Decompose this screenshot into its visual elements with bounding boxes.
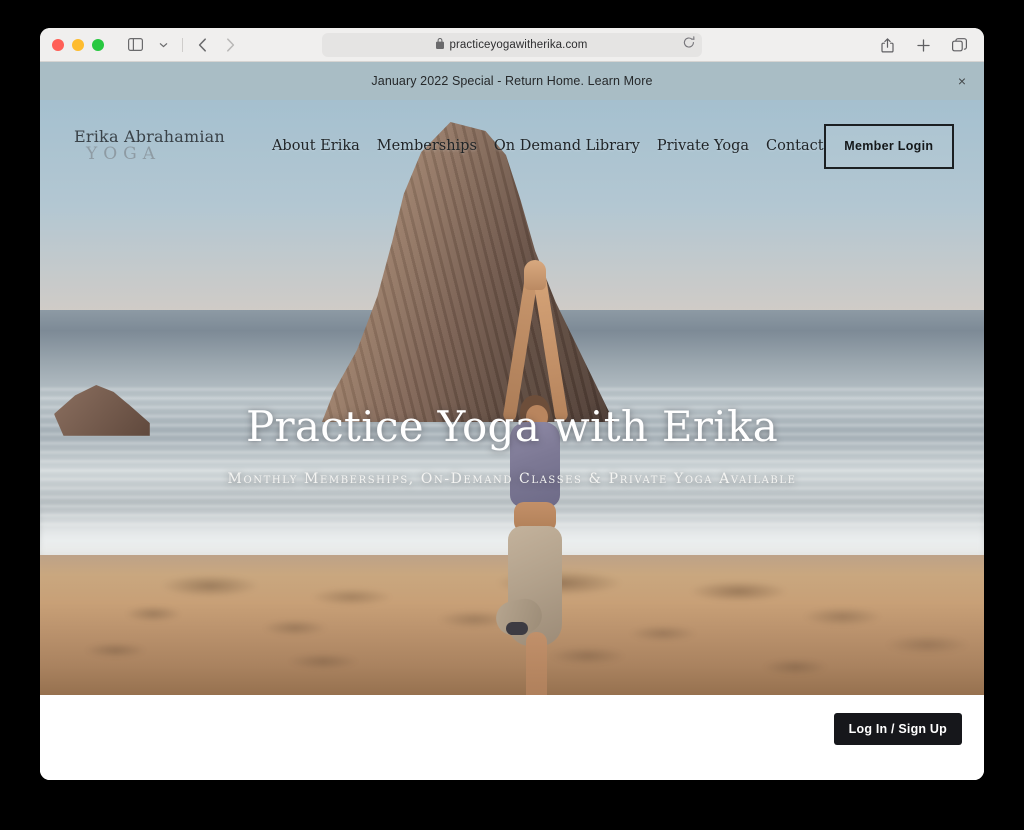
primary-nav: About Erika Memberships On Demand Librar… xyxy=(272,138,824,154)
hero-title: Practice Yoga with Erika xyxy=(245,402,779,451)
sidebar-toggle-icon[interactable] xyxy=(122,33,148,57)
browser-window: practiceyogawitherika.com January 2022 S… xyxy=(40,28,984,780)
nav-item-memberships[interactable]: Memberships xyxy=(377,138,477,154)
logo-subtitle: YOGA xyxy=(86,143,162,164)
site-header: Erika Abrahamian YOGA About Erika Member… xyxy=(40,100,984,192)
login-signup-button[interactable]: Log In / Sign Up xyxy=(833,713,962,745)
nav-item-contact[interactable]: Contact xyxy=(766,138,824,154)
tabs-icon[interactable] xyxy=(946,33,972,57)
url-text: practiceyogawitherika.com xyxy=(449,39,588,51)
toolbar-divider xyxy=(182,37,183,52)
share-icon[interactable] xyxy=(874,33,900,57)
address-bar-content: practiceyogawitherika.com xyxy=(436,36,587,54)
member-login-button[interactable]: Member Login xyxy=(823,123,954,169)
nav-item-about-erika[interactable]: About Erika xyxy=(272,138,360,154)
lock-icon xyxy=(436,36,445,54)
hero-text-block: Practice Yoga with Erika Monthly Members… xyxy=(40,402,984,488)
chevron-down-icon[interactable] xyxy=(150,33,176,57)
toolbar-right-actions xyxy=(874,28,972,62)
navigation-controls xyxy=(122,33,243,57)
window-controls xyxy=(52,38,104,51)
footer-strip: Log In / Sign Up xyxy=(40,695,984,780)
address-bar[interactable]: practiceyogawitherika.com xyxy=(322,33,702,57)
nav-item-on-demand-library[interactable]: On Demand Library xyxy=(494,138,640,154)
site-logo[interactable]: Erika Abrahamian YOGA xyxy=(66,126,272,164)
logo-name: Erika Abrahamian xyxy=(74,126,225,146)
page-content: January 2022 Special - Return Home. Lear… xyxy=(40,62,984,780)
forward-arrow-icon[interactable] xyxy=(217,33,243,57)
announcement-bar: January 2022 Special - Return Home. Lear… xyxy=(40,62,984,100)
minimize-window-button[interactable] xyxy=(72,38,84,51)
hands-prayer xyxy=(524,260,546,290)
browser-toolbar: practiceyogawitherika.com xyxy=(40,28,984,62)
reload-icon[interactable] xyxy=(683,36,695,54)
close-icon[interactable]: × xyxy=(958,74,966,88)
maximize-window-button[interactable] xyxy=(92,38,104,51)
close-window-button[interactable] xyxy=(52,38,64,51)
nav-item-private-yoga[interactable]: Private Yoga xyxy=(657,138,749,154)
hero-section: Erika Abrahamian YOGA About Erika Member… xyxy=(40,100,984,695)
plus-icon[interactable] xyxy=(910,33,936,57)
bent-foot xyxy=(506,622,528,635)
standing-leg xyxy=(526,632,547,695)
hero-subtitle: Monthly Memberships, On-Demand Classes &… xyxy=(227,471,797,488)
announcement-text[interactable]: January 2022 Special - Return Home. Lear… xyxy=(371,74,652,88)
back-arrow-icon[interactable] xyxy=(189,33,215,57)
